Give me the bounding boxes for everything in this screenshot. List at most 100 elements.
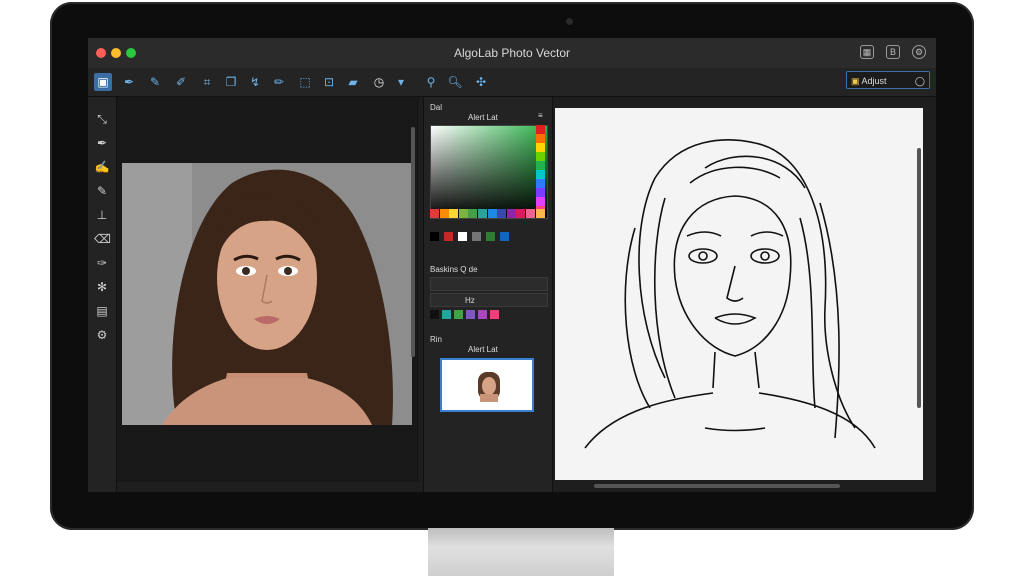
left-tool-palette: ⤡ ✒ ✍ ✎ ⊥ ⌫ ✑ ✻ ▤ ⚙ <box>88 97 117 492</box>
pencil-tool-button[interactable]: ✏ <box>270 73 288 91</box>
eraser-icon[interactable]: ⌫ <box>94 231 111 247</box>
color-swatch[interactable] <box>536 161 545 170</box>
color-swatch[interactable] <box>497 209 507 218</box>
select-rect-icon[interactable]: ▤ <box>94 303 110 319</box>
wand-icon[interactable]: ⤡ <box>94 111 110 127</box>
image-tool-button[interactable]: ▣ <box>94 73 112 91</box>
brush-icon[interactable]: ✍ <box>94 159 110 175</box>
settings-icon[interactable]: ⚙ <box>912 45 926 59</box>
shapes-tool-button[interactable]: ⬚ <box>296 73 314 91</box>
color-swatch[interactable] <box>536 143 545 152</box>
left-canvas-scrollbar[interactable] <box>411 127 415 357</box>
color-swatch[interactable] <box>536 170 545 179</box>
copy-tool-button[interactable]: ❐ <box>222 73 240 91</box>
color-swatch[interactable] <box>444 232 453 241</box>
info-icon[interactable]: B <box>886 45 900 59</box>
color-swatch[interactable] <box>535 209 545 218</box>
timer-icon: ◷ <box>373 75 385 89</box>
path-tool-button[interactable]: ↯ <box>246 73 264 91</box>
chart-icon[interactable]: ▦ <box>860 45 874 59</box>
webcam <box>566 18 573 25</box>
color-swatch[interactable] <box>478 209 487 218</box>
color-swatch[interactable] <box>449 209 459 218</box>
monitor-stand <box>428 528 614 576</box>
panel-menu-icon[interactable]: ≡ <box>538 111 543 120</box>
grid-icon: ✣ <box>475 75 487 89</box>
portrait-illustration <box>122 163 412 425</box>
layer-row[interactable]: Hz <box>430 293 548 307</box>
line-art-portrait <box>584 139 876 449</box>
dotted-brush-icon[interactable]: ✻ <box>94 279 110 295</box>
color-panel-header: Dal <box>430 103 443 112</box>
crop-tool-button[interactable]: ⊡ <box>320 73 338 91</box>
layer-row[interactable] <box>430 277 548 291</box>
color-swatch[interactable] <box>536 179 545 188</box>
layers-tool-button[interactable]: ▾ <box>392 73 410 91</box>
transform-tool-button[interactable]: ⌗ <box>198 73 216 91</box>
color-swatch[interactable] <box>526 209 535 218</box>
thumbnail-image <box>478 372 500 402</box>
color-swatch[interactable] <box>430 310 439 319</box>
eyedropper-icon: ✐ <box>175 75 187 89</box>
timer-tool-button[interactable]: ◷ <box>370 73 388 91</box>
color-swatch[interactable] <box>487 209 497 218</box>
search-options-icon[interactable]: ◯ <box>915 72 925 90</box>
swatches-column <box>536 125 546 217</box>
zoom-tool-button[interactable]: 🔍︎ <box>446 73 464 91</box>
crop-icon: ⊡ <box>323 75 335 89</box>
color-chip-row <box>430 232 546 241</box>
color-swatch[interactable] <box>472 232 481 241</box>
color-swatch[interactable] <box>490 310 499 319</box>
horizontal-scrollbar[interactable] <box>594 484 840 488</box>
color-swatch[interactable] <box>536 188 545 197</box>
color-swatch[interactable] <box>536 125 545 134</box>
fill-tool-button[interactable]: ▰ <box>344 73 362 91</box>
color-swatch[interactable] <box>500 232 509 241</box>
zoom-icon: 🔍︎ <box>447 75 463 89</box>
transform-icon: ⌗ <box>203 75 211 89</box>
gear-icon[interactable]: ⚙ <box>94 327 110 343</box>
preview-thumbnail[interactable] <box>440 358 534 412</box>
color-swatch[interactable] <box>536 197 545 206</box>
color-swatch[interactable] <box>430 232 439 241</box>
layer-chip-row <box>430 310 546 319</box>
pen-icon[interactable]: ✒ <box>94 135 110 151</box>
color-swatch[interactable] <box>536 152 545 161</box>
adjust-search-field[interactable]: ▣ Adjust ◯ <box>846 71 930 89</box>
eyedropper-tool-button[interactable]: ✐ <box>172 73 190 91</box>
source-photo-canvas[interactable] <box>117 97 419 482</box>
color-swatch[interactable] <box>439 209 449 218</box>
paint-tool-button[interactable]: ⚲ <box>422 73 440 91</box>
preview-panel-header: Rin <box>430 335 443 344</box>
vector-output-canvas[interactable] <box>555 108 923 480</box>
stamp-icon[interactable]: ⊥ <box>94 207 110 223</box>
pen-icon: ✒ <box>123 75 135 89</box>
color-swatch[interactable] <box>468 209 478 218</box>
path-icon: ↯ <box>249 75 261 89</box>
color-swatch[interactable] <box>458 232 467 241</box>
color-swatch[interactable] <box>430 209 439 218</box>
color-swatch[interactable] <box>466 310 475 319</box>
right-canvas-scrollbar[interactable] <box>917 148 921 408</box>
title-bar: AlgoLab Photo Vector ▦ B ⚙ <box>88 38 936 68</box>
color-swatch[interactable] <box>454 310 463 319</box>
color-swatch[interactable] <box>536 134 545 143</box>
fill-icon: ▰ <box>348 75 358 89</box>
grid-tool-button[interactable]: ✣ <box>472 73 490 91</box>
pen-tool-button[interactable]: ✒ <box>120 73 138 91</box>
color-swatch[interactable] <box>442 310 451 319</box>
color-panel-subheader: Alert Lat <box>468 113 498 122</box>
paint-icon: ⚲ <box>426 75 436 89</box>
color-picker-field[interactable] <box>430 125 548 219</box>
pen-nib-icon[interactable]: ✑ <box>94 255 110 271</box>
brush-icon: ✎ <box>149 75 161 89</box>
color-swatch[interactable] <box>478 310 487 319</box>
pipette-icon[interactable]: ✎ <box>94 183 110 199</box>
color-swatch[interactable] <box>506 209 516 218</box>
swatches-row <box>430 209 546 218</box>
color-swatch[interactable] <box>458 209 468 218</box>
color-swatch[interactable] <box>486 232 495 241</box>
layer-label: Hz <box>465 296 475 305</box>
brush-tool-button[interactable]: ✎ <box>146 73 164 91</box>
color-swatch[interactable] <box>516 209 526 218</box>
